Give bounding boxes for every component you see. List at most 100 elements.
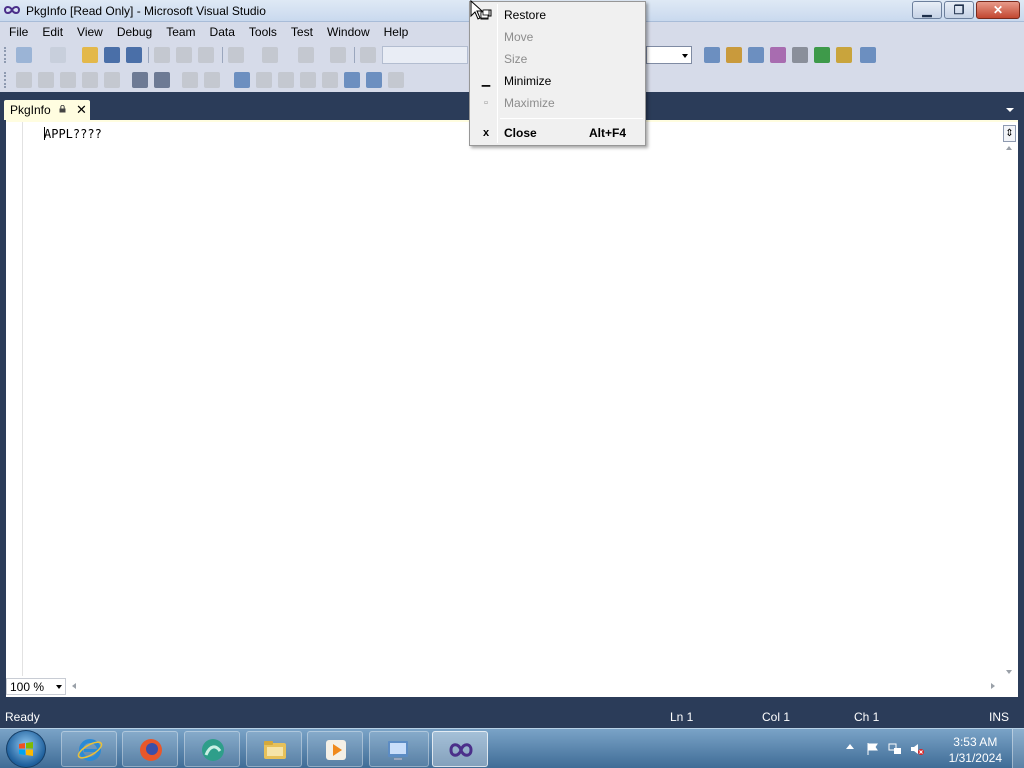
zoom-combo[interactable]: 100 % xyxy=(6,678,66,695)
scroll-right-icon[interactable] xyxy=(991,683,995,689)
vertical-scrollbar[interactable]: ⇕ xyxy=(1001,122,1018,678)
find-in-files-icon[interactable] xyxy=(704,47,720,63)
taskbar-internet-explorer[interactable] xyxy=(61,731,117,767)
object-browser-icon[interactable] xyxy=(770,47,786,63)
taskbar-visual-studio[interactable] xyxy=(432,731,488,767)
system-tray: 3:53 AM 1/31/2024 xyxy=(834,729,1024,768)
extension-manager-icon[interactable] xyxy=(836,47,852,63)
menu-item-maximize[interactable]: ▫ Maximize xyxy=(472,92,643,114)
menu-item-size[interactable]: Size xyxy=(472,48,643,70)
menu-edit[interactable]: Edit xyxy=(35,22,70,42)
toolbar-overflow-icon[interactable] xyxy=(410,72,418,88)
copy-icon[interactable] xyxy=(176,47,192,63)
new-project-icon[interactable] xyxy=(16,47,32,63)
minimize-button[interactable]: ▁ xyxy=(912,1,942,19)
menu-view[interactable]: View xyxy=(70,22,110,42)
status-char: Ch 1 xyxy=(854,710,880,724)
menu-item-close[interactable]: x Close Alt+F4 xyxy=(472,122,643,144)
menu-team[interactable]: Team xyxy=(159,22,202,42)
start-debugging-icon[interactable] xyxy=(360,47,376,63)
windows-logo-icon xyxy=(19,742,33,756)
toolbar-overflow-icon[interactable] xyxy=(890,47,898,63)
split-icon: ⇕ xyxy=(1005,128,1014,139)
menu-item-restore[interactable]: Restore xyxy=(472,4,643,26)
show-hidden-icons-icon[interactable] xyxy=(846,744,854,749)
cut-icon[interactable] xyxy=(154,47,170,63)
clear-bookmarks-icon[interactable] xyxy=(388,72,404,88)
toolbar-grip[interactable] xyxy=(4,47,8,63)
navigate-backward-icon[interactable] xyxy=(298,47,314,63)
tab-pkginfo[interactable]: PkgInfo ✕ xyxy=(4,100,90,120)
restore-button[interactable]: ❐ xyxy=(944,1,974,19)
menu-item-minimize[interactable]: ▁ Minimize xyxy=(472,70,643,92)
toolbar-grip[interactable] xyxy=(4,72,8,88)
volume-muted-icon[interactable] xyxy=(910,742,924,756)
redo-icon[interactable] xyxy=(262,47,278,63)
scroll-down-icon[interactable] xyxy=(1006,670,1012,674)
show-desktop-button[interactable] xyxy=(1012,729,1024,768)
code-line-1[interactable]: APPL???? xyxy=(44,127,102,141)
toolbar-separator xyxy=(222,47,223,63)
next-bookmark-icon[interactable] xyxy=(278,72,294,88)
tab-list-dropdown-icon[interactable] xyxy=(1006,108,1014,112)
properties-icon[interactable] xyxy=(748,47,764,63)
close-icon: ✕ xyxy=(992,3,1004,17)
display-parameter-info-icon[interactable] xyxy=(38,72,54,88)
solution-explorer-icon[interactable] xyxy=(726,47,742,63)
clock[interactable]: 3:53 AM 1/31/2024 xyxy=(949,734,1002,766)
uncomment-icon[interactable] xyxy=(204,72,220,88)
menu-debug[interactable]: Debug xyxy=(110,22,159,42)
add-item-icon[interactable] xyxy=(50,47,66,63)
editor-gutter xyxy=(6,122,23,678)
decrease-indent-icon[interactable] xyxy=(132,72,148,88)
menu-item-move[interactable]: Move xyxy=(472,26,643,48)
split-window-handle[interactable]: ⇕ xyxy=(1003,125,1016,142)
menu-data[interactable]: Data xyxy=(203,22,242,42)
menu-item-label: Restore xyxy=(504,8,547,22)
text-editor[interactable]: APPL???? ⇕ 100 % xyxy=(6,120,1018,697)
toggle-outlining-icon[interactable] xyxy=(104,72,120,88)
previous-bookmark-in-folder-icon[interactable] xyxy=(300,72,316,88)
menu-help[interactable]: Help xyxy=(377,22,416,42)
toolbox-icon[interactable] xyxy=(792,47,808,63)
status-insert-mode: INS xyxy=(989,710,1010,724)
open-file-icon[interactable] xyxy=(82,47,98,63)
taskbar-media-app[interactable] xyxy=(184,731,240,767)
next-bookmark-in-document-icon[interactable] xyxy=(366,72,382,88)
toggle-bookmark-icon[interactable] xyxy=(234,72,250,88)
find-combo[interactable] xyxy=(646,46,692,64)
taskbar-media-player[interactable] xyxy=(307,731,363,767)
paste-icon[interactable] xyxy=(198,47,214,63)
previous-bookmark-icon[interactable] xyxy=(256,72,272,88)
comment-out-icon[interactable] xyxy=(182,72,198,88)
close-button[interactable]: ✕ xyxy=(976,1,1020,19)
action-center-flag-icon[interactable] xyxy=(866,742,880,756)
start-page-icon[interactable] xyxy=(814,47,830,63)
taskbar-file-explorer[interactable] xyxy=(246,731,302,767)
menu-file[interactable]: File xyxy=(2,22,35,42)
display-quick-info-icon[interactable] xyxy=(60,72,76,88)
start-button[interactable] xyxy=(6,730,46,768)
chevron-down-icon xyxy=(56,685,62,689)
navigate-forward-icon[interactable] xyxy=(330,47,346,63)
taskbar-control-panel[interactable] xyxy=(369,731,429,767)
scroll-left-icon[interactable] xyxy=(72,683,76,689)
menu-tools[interactable]: Tools xyxy=(242,22,284,42)
display-object-member-list-icon[interactable] xyxy=(16,72,32,88)
solution-configuration-combo[interactable] xyxy=(382,46,468,64)
menu-test[interactable]: Test xyxy=(284,22,320,42)
undo-icon[interactable] xyxy=(228,47,244,63)
increase-indent-icon[interactable] xyxy=(154,72,170,88)
display-word-completion-icon[interactable] xyxy=(82,72,98,88)
command-window-icon[interactable] xyxy=(860,47,876,63)
menu-window[interactable]: Window xyxy=(320,22,377,42)
save-icon[interactable] xyxy=(104,47,120,63)
network-icon[interactable] xyxy=(888,742,902,756)
previous-bookmark-in-document-icon[interactable] xyxy=(344,72,360,88)
next-bookmark-in-folder-icon[interactable] xyxy=(322,72,338,88)
clock-time: 3:53 AM xyxy=(953,735,998,749)
tab-close-icon[interactable]: ✕ xyxy=(76,102,87,118)
scroll-up-icon[interactable] xyxy=(1006,146,1012,150)
save-all-icon[interactable] xyxy=(126,47,142,63)
taskbar-firefox[interactable] xyxy=(122,731,178,767)
